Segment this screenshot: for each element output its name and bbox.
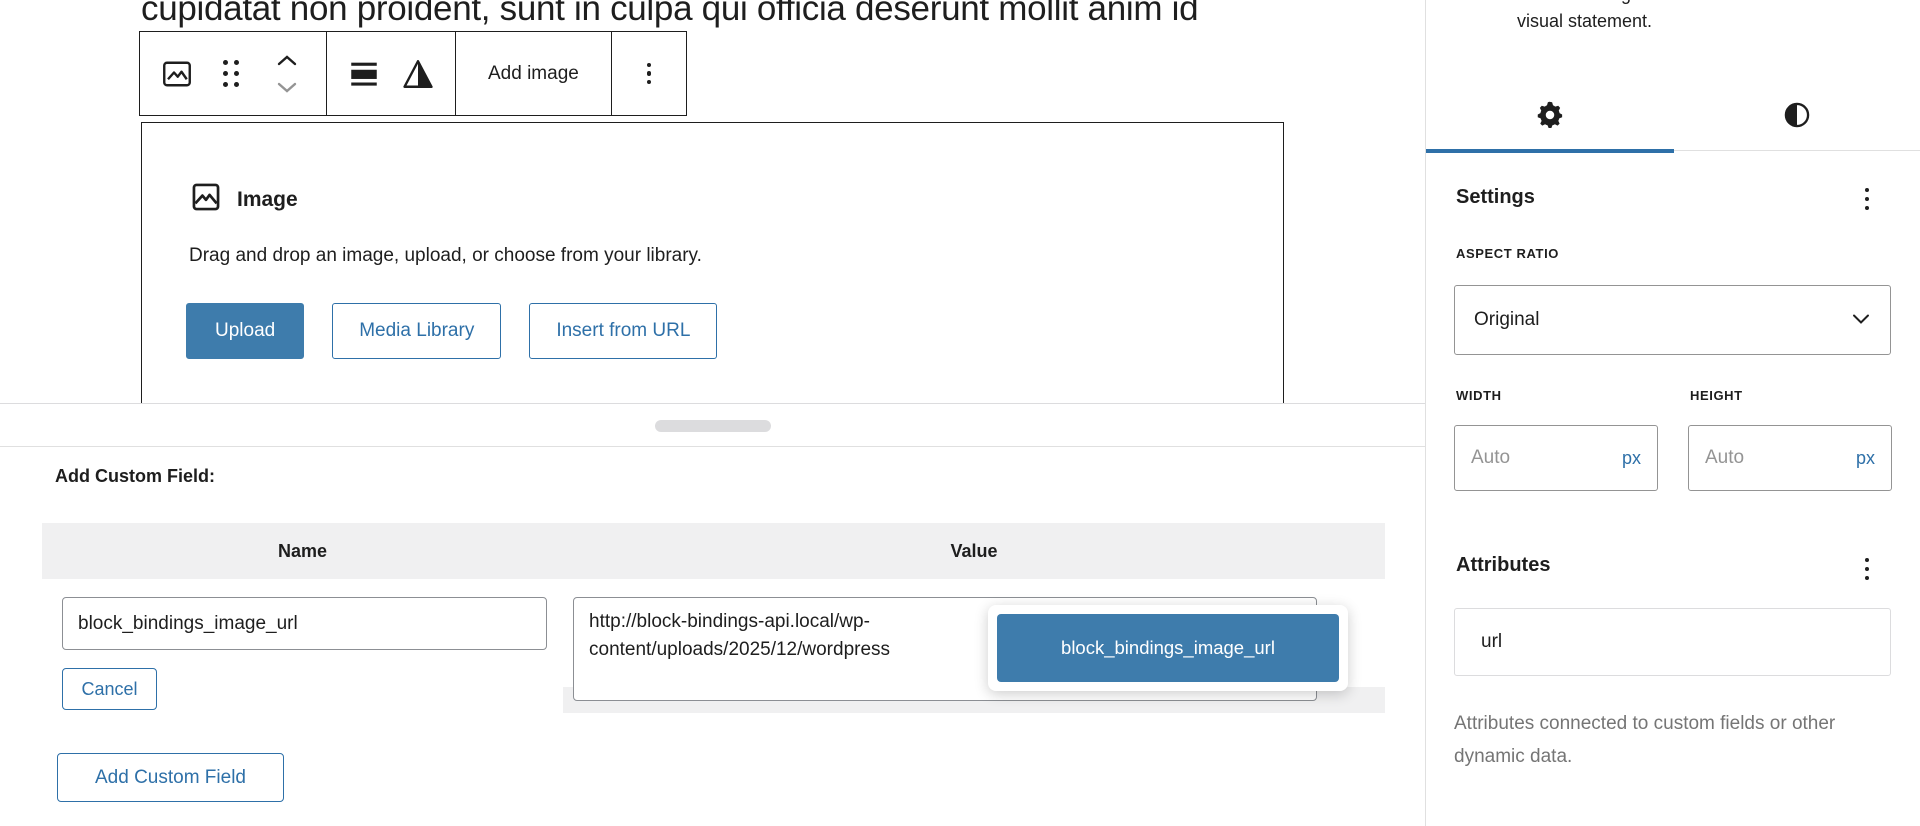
toolbar-segment-block [140,32,327,115]
settings-options-button[interactable] [1850,180,1884,218]
custom-fields-title: Add Custom Field: [55,466,215,487]
attribute-item-url[interactable]: url [1454,608,1891,676]
duotone-filter-icon [401,57,435,91]
placeholder-header: Image [189,180,298,219]
align-button[interactable] [341,44,387,104]
attributes-help-text: Attributes connected to custom fields or… [1454,707,1896,773]
name-column-header: Name [42,523,563,579]
autocomplete-suggestion[interactable]: block_bindings_image_url [997,614,1339,682]
paragraph-text[interactable]: cupidatat non proident, sunt in culpa qu… [141,0,1198,29]
panel-resize-handle[interactable] [655,420,771,432]
options-icon [647,63,652,85]
image-icon [189,180,223,219]
height-label: HEIGHT [1690,388,1743,403]
active-tab-indicator [1426,149,1674,153]
move-down-button[interactable] [264,75,310,101]
cancel-button[interactable]: Cancel [62,668,157,710]
move-down-icon [275,81,299,95]
settings-sidebar: Insert an image to make a visual stateme… [1425,0,1920,826]
media-library-button[interactable]: Media Library [332,303,501,359]
upload-button[interactable]: Upload [186,303,304,359]
attributes-options-button[interactable] [1850,550,1884,588]
attribute-item-label: url [1481,631,1502,653]
placeholder-title: Image [237,188,298,212]
width-field: px [1454,425,1658,491]
panel-divider [0,446,1425,447]
chevron-down-icon [1851,309,1871,331]
height-input[interactable] [1705,447,1815,469]
add-image-button[interactable]: Add image [470,44,597,104]
value-column-header: Value [563,523,1385,579]
options-icon [1865,188,1870,193]
block-description: Insert an image to make a visual stateme… [1517,0,1747,35]
custom-field-name-input[interactable] [62,597,547,650]
custom-fields-table-header: Name Value [42,523,1385,579]
toolbar-segment-format [327,32,456,115]
align-icon [347,57,381,91]
tab-settings[interactable] [1426,78,1674,154]
width-input[interactable] [1471,447,1581,469]
add-custom-field-button[interactable]: Add Custom Field [57,753,284,802]
options-icon [1865,558,1870,563]
duotone-filter-button[interactable] [395,44,441,104]
width-unit[interactable]: px [1622,448,1641,469]
settings-heading: Settings [1456,186,1535,209]
options-button[interactable] [626,44,672,104]
image-block-placeholder[interactable]: Image Drag and drop an image, upload, or… [141,122,1284,404]
autocomplete-popup: block_bindings_image_url [988,605,1348,691]
move-up-button[interactable] [264,47,310,73]
drag-handle-icon [223,60,239,87]
image-block-icon [159,56,195,92]
wordpress-block-editor: cupidatat non proident, sunt in culpa qu… [0,0,1920,826]
tab-styles[interactable] [1674,78,1920,154]
toolbar-segment-add-image: Add image [456,32,612,115]
styles-icon [1783,101,1811,132]
toolbar-segment-options [612,32,686,115]
block-toolbar: Add image [139,31,687,116]
sidebar-tabs [1426,78,1920,154]
width-label: WIDTH [1456,388,1502,403]
block-movers [262,47,312,101]
custom-fields-panel: Add Custom Field: Name Value http://bloc… [0,403,1425,826]
gear-icon [1535,100,1565,133]
height-unit[interactable]: px [1856,448,1875,469]
placeholder-buttons: Upload Media Library Insert from URL [186,303,717,359]
move-up-icon [275,53,299,67]
image-block-button[interactable] [154,44,200,104]
aspect-ratio-value: Original [1474,309,1539,331]
aspect-ratio-label: ASPECT RATIO [1456,246,1559,261]
aspect-ratio-select[interactable]: Original [1454,285,1891,355]
height-field: px [1688,425,1892,491]
drag-handle[interactable] [208,44,254,104]
insert-from-url-button[interactable]: Insert from URL [529,303,717,359]
attributes-heading: Attributes [1456,554,1550,577]
placeholder-description: Drag and drop an image, upload, or choos… [189,245,702,267]
